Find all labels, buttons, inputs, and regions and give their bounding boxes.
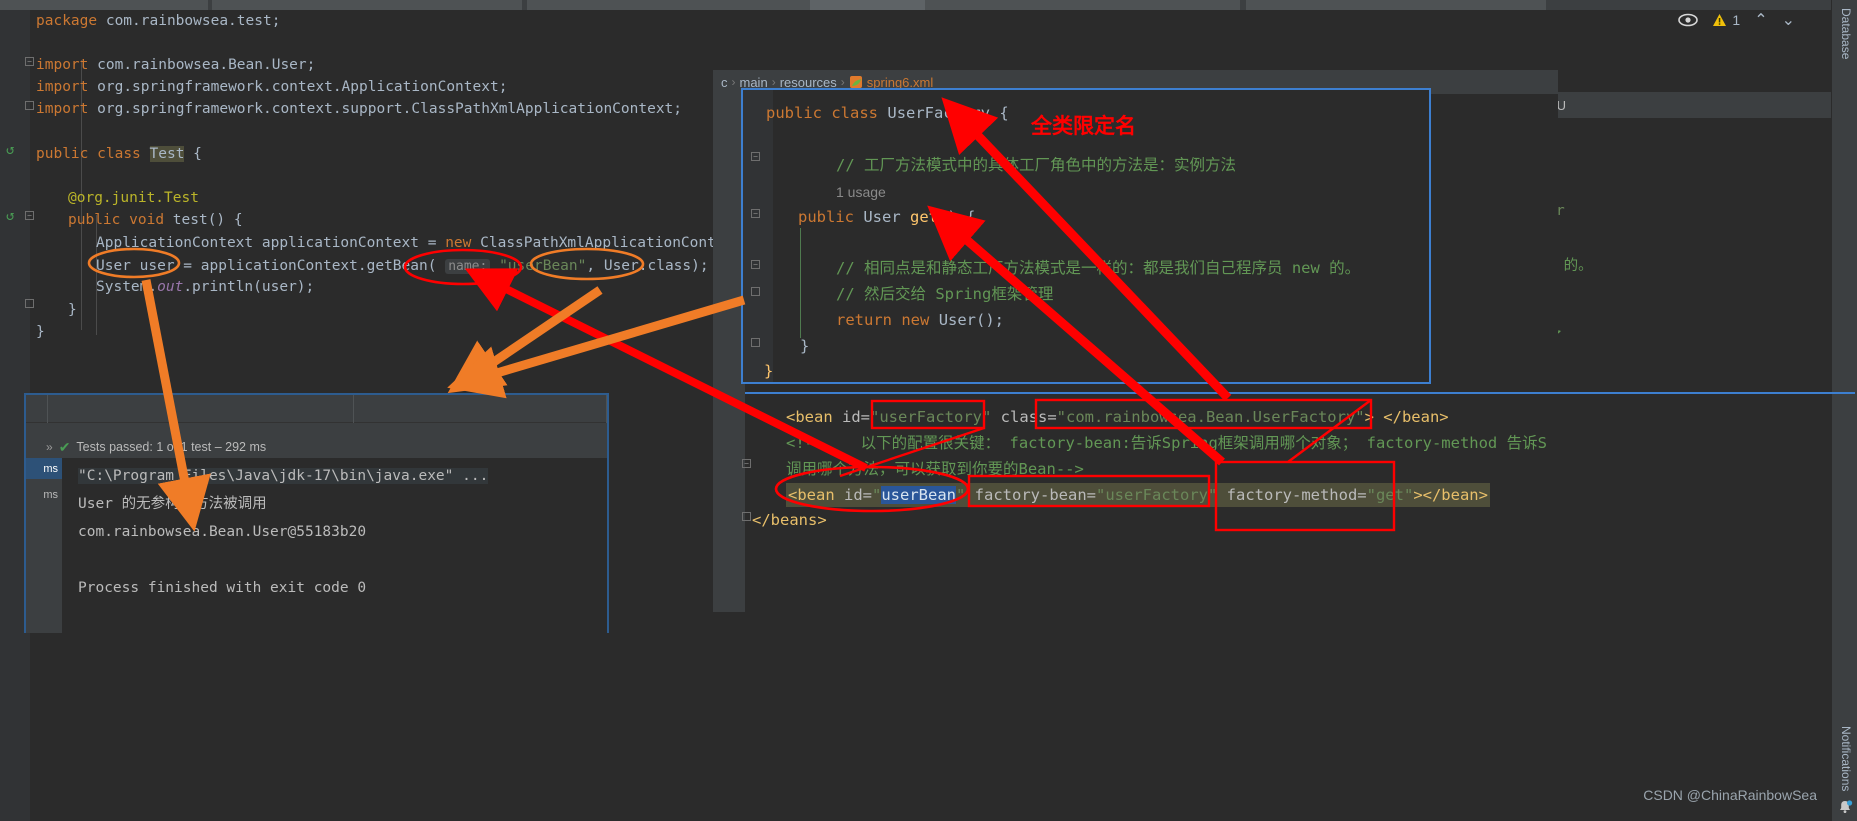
xml-line-bean-userbean: <bean id="userBean" factory-bean="userFa… <box>786 483 1490 507</box>
fold-marker-imports[interactable]: − <box>25 57 34 66</box>
code-line-import-1: import com.rainbowsea.Bean.User; <box>36 57 316 73</box>
console-line-5: Process finished with exit code 0 <box>78 580 367 596</box>
run-test-method-gutter-icon[interactable]: ↺ <box>6 209 20 223</box>
code-line-annotation: @org.junit.Test <box>68 190 199 206</box>
run-tool-window[interactable]: » ✔ Tests passed: 1 of 1 test – 292 ms m… <box>24 393 609 633</box>
console-line-1: "C:\Program Files\Java\jdk-17\bin\java.e… <box>78 468 489 484</box>
uf-code-method-close: } <box>800 337 810 355</box>
xml-line-beans-close: </beans> <box>752 511 827 529</box>
uf-code-class-close: } <box>764 362 774 380</box>
bell-icon[interactable] <box>1837 799 1853 815</box>
code-line-method-decl: public void test() { <box>68 212 243 228</box>
warning-triangle-icon <box>1712 13 1727 27</box>
test-tree-row-2[interactable]: ms <box>26 484 62 505</box>
inspection-widget[interactable]: 1 ⌃ ⌄ <box>1678 10 1795 29</box>
xml-spring-file-icon <box>849 75 863 89</box>
run-test-class-gutter-icon[interactable]: ↺ <box>6 143 20 157</box>
warning-count-label: 1 <box>1732 11 1741 28</box>
fold-marker-import-end[interactable] <box>25 101 34 110</box>
fold-marker-xml-1[interactable]: − <box>742 459 751 468</box>
uf-code-class-decl: public class UserFactory { <box>766 104 1009 122</box>
test-tree-row-1[interactable]: ms <box>26 458 62 479</box>
console-output[interactable]: "C:\Program Files\Java\jdk-17\bin\java.e… <box>62 458 607 633</box>
uf-usage-badge[interactable]: 1 usage <box>836 181 886 203</box>
breadcrumb-item-src[interactable]: c <box>721 75 728 90</box>
warning-count-group[interactable]: 1 <box>1712 12 1740 28</box>
test-status-bar: » ✔ Tests passed: 1 of 1 test – 292 ms <box>26 436 607 458</box>
fold-marker-uf-5[interactable] <box>751 338 760 347</box>
fold-marker-uf-1[interactable]: − <box>751 152 760 161</box>
uf-code-comment-1: // 工厂方法模式中的具体工厂角色中的方法是：实例方法 <box>836 156 1236 174</box>
console-line-2: User 的无参构造方法被调用 <box>78 496 267 512</box>
next-problem-icon[interactable]: ⌄ <box>1782 10 1795 29</box>
right-tool-window-strip: Database Notifications <box>1831 0 1857 821</box>
fold-marker-method-end[interactable] <box>25 299 34 308</box>
xml-section-separator <box>745 392 1855 394</box>
eye-icon[interactable] <box>1678 13 1699 27</box>
fold-marker-xml-2[interactable] <box>742 512 751 521</box>
xml-line-bean-userfactory: <bean id="userFactory" class="com.rainbo… <box>786 408 1449 426</box>
test-status-text: Tests passed: 1 of 1 test – 292 ms <box>76 440 267 454</box>
console-line-4 <box>78 546 607 574</box>
editor-tab-strip <box>0 0 1857 10</box>
fold-marker-method[interactable]: − <box>25 211 34 220</box>
code-line-import-3: import org.springframework.context.suppo… <box>36 101 683 117</box>
console-line-3: com.rainbowsea.Bean.User@55183b20 <box>78 524 367 540</box>
prev-problem-icon[interactable]: ⌃ <box>1754 10 1767 29</box>
code-line-class-close: } <box>36 324 45 340</box>
test-tree[interactable]: ms ms <box>26 458 62 633</box>
code-line-getbean: User user = applicationContext.getBean( … <box>96 258 709 274</box>
run-toolbar[interactable] <box>26 395 607 423</box>
code-line-package: package com.rainbowsea.test; <box>36 13 281 29</box>
uf-code-return: return new User(); <box>836 311 1005 329</box>
ide-window: ↺ ↺ − − package com.rainbowsea.test; imp… <box>0 0 1857 821</box>
expand-icon[interactable]: » <box>46 440 53 454</box>
uf-code-method-decl: public User get() { <box>798 208 976 226</box>
annotation-label-fully-qualified-name: 全类限定名 <box>1031 114 1136 138</box>
fold-marker-uf-4[interactable] <box>751 287 760 296</box>
xml-line-comment-a: <!-- 以下的配置很关键： factory-bean:告诉Spring框架调用… <box>786 434 1547 452</box>
green-check-icon: ✔ <box>58 438 71 455</box>
uf-code-comment-3: // 然后交给 Spring框架管理 <box>836 285 1054 303</box>
chevron-right-icon: › <box>731 75 736 89</box>
fold-marker-uf-2[interactable]: − <box>751 209 760 218</box>
xml-line-comment-b: 调用哪个方法，可以获取到你要的Bean--> <box>786 460 1084 478</box>
watermark: CSDN @ChinaRainbowSea <box>1643 787 1817 803</box>
tool-window-database[interactable]: Database <box>1839 8 1853 59</box>
chevron-right-icon: › <box>771 75 776 89</box>
chevron-right-icon: › <box>840 75 845 89</box>
tool-window-notifications[interactable]: Notifications <box>1839 726 1853 791</box>
code-line-import-2: import org.springframework.context.Appli… <box>36 79 508 95</box>
code-line-method-close: } <box>68 302 77 318</box>
code-line-println: System.out.println(user); <box>96 279 315 295</box>
uf-code-comment-2: // 相同点是和静态工厂方法模式是一样的：都是我们自己程序员 new 的。 <box>836 259 1361 277</box>
fold-marker-uf-3[interactable]: − <box>751 260 760 269</box>
code-line-class-decl: public class Test { <box>36 146 202 162</box>
